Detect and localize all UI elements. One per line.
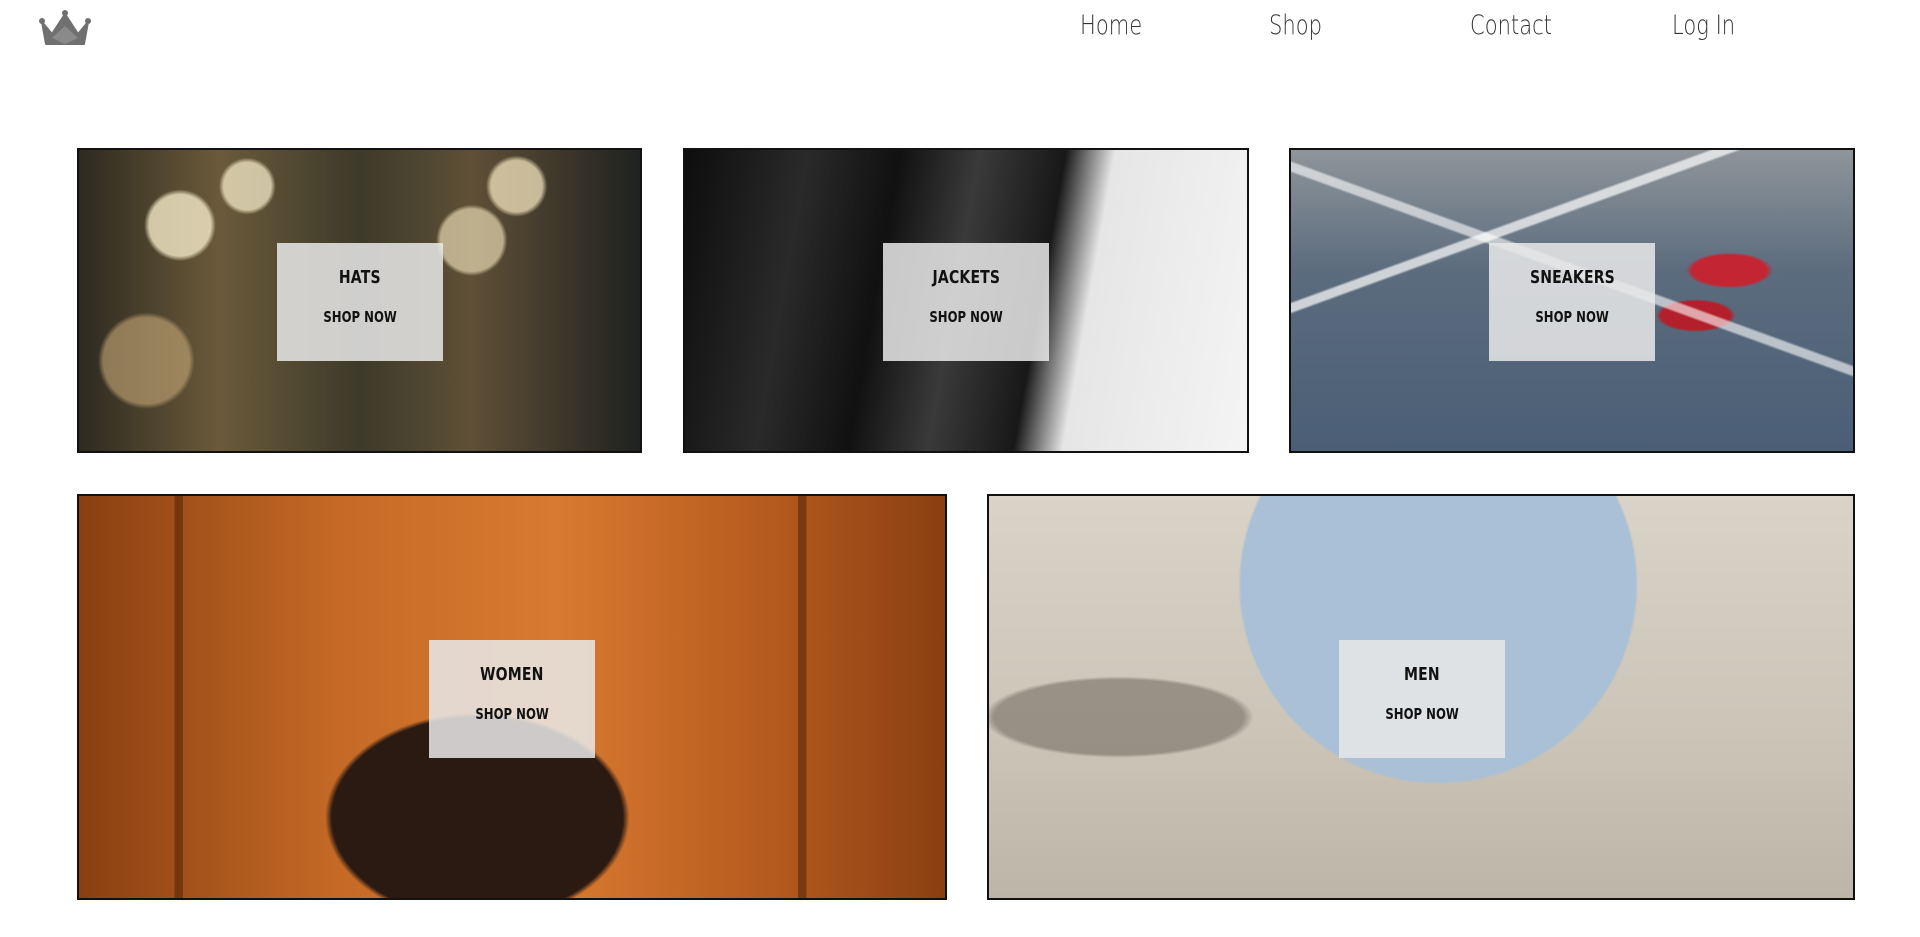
category-title: WOMEN xyxy=(480,664,544,685)
shop-now-link[interactable]: SHOP NOW xyxy=(1535,308,1608,326)
nav-link-login[interactable]: Log In xyxy=(1672,10,1735,41)
shop-now-link[interactable]: SHOP NOW xyxy=(1385,705,1458,723)
shop-now-link[interactable]: SHOP NOW xyxy=(323,308,396,326)
category-title: JACKETS xyxy=(932,267,1000,288)
nav-link-home[interactable]: Home xyxy=(1080,10,1142,41)
nav-link-shop[interactable]: Shop xyxy=(1269,10,1322,41)
category-tile-jackets[interactable]: JACKETS SHOP NOW xyxy=(683,148,1249,453)
category-title: MEN xyxy=(1404,664,1440,685)
category-card[interactable]: WOMEN SHOP NOW xyxy=(429,640,595,758)
shop-now-link[interactable]: SHOP NOW xyxy=(929,308,1002,326)
category-title: SNEAKERS xyxy=(1529,267,1615,288)
category-tile-men[interactable]: MEN SHOP NOW xyxy=(987,494,1855,900)
category-title: HATS xyxy=(339,267,381,288)
category-card[interactable]: MEN SHOP NOW xyxy=(1339,640,1505,758)
nav-link-contact[interactable]: Contact xyxy=(1470,10,1552,41)
category-tile-hats[interactable]: HATS SHOP NOW xyxy=(77,148,642,453)
shop-now-link[interactable]: SHOP NOW xyxy=(475,705,548,723)
category-card[interactable]: JACKETS SHOP NOW xyxy=(883,243,1049,361)
category-card[interactable]: SNEAKERS SHOP NOW xyxy=(1489,243,1655,361)
category-tile-women[interactable]: WOMEN SHOP NOW xyxy=(77,494,947,900)
crown-logo-icon[interactable] xyxy=(38,8,92,50)
category-card[interactable]: HATS SHOP NOW xyxy=(277,243,443,361)
category-tile-sneakers[interactable]: SNEAKERS SHOP NOW xyxy=(1289,148,1855,453)
